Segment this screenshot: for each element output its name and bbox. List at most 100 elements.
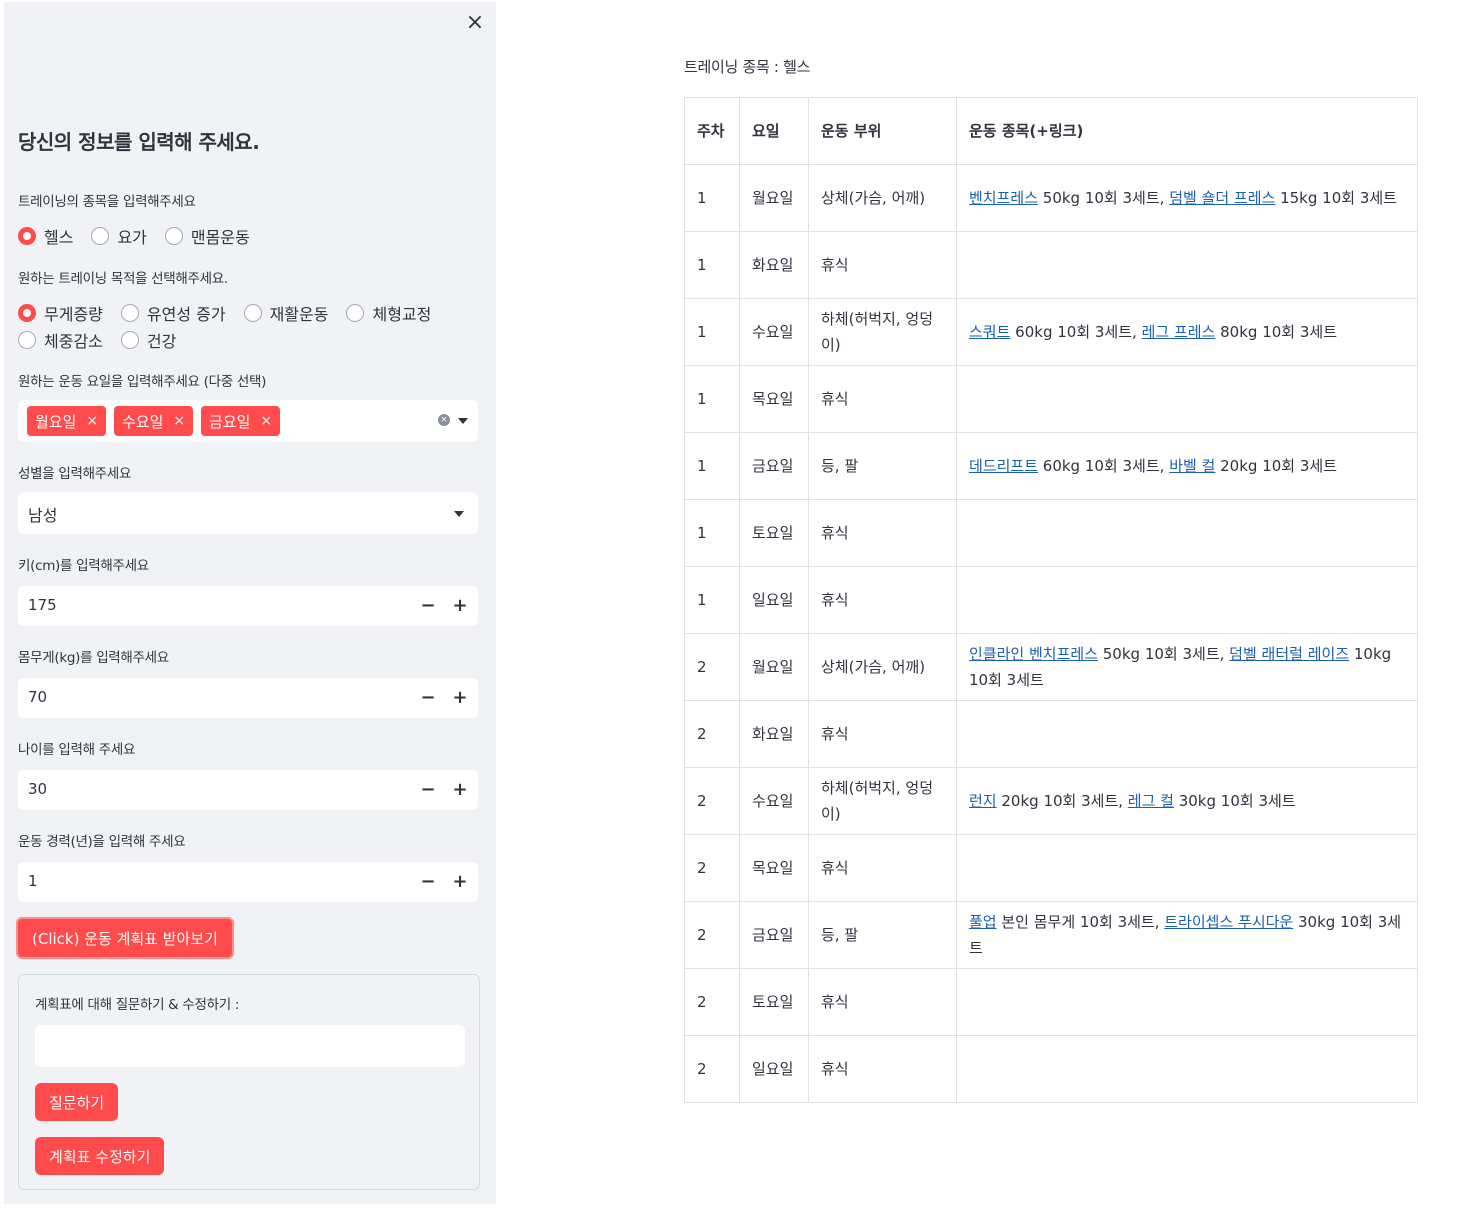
qa-text-input[interactable] [35,1025,465,1067]
weight-stepper[interactable]: 70 − + [18,678,478,718]
cell-body-part: 하체(허벅지, 엉덩이) [808,298,957,366]
exercise-link[interactable]: 풀업 [969,913,997,931]
close-icon[interactable]: × [462,10,488,36]
ask-button[interactable]: 질문하기 [35,1083,119,1121]
cell-week: 1 [684,164,740,232]
cell-day: 목요일 [739,365,809,433]
table-row: 2 일요일 휴식 [684,1035,1418,1103]
cell-exercises: 인클라인 벤치프레스 50kg 10회 3세트, 덤벨 래터럴 레이즈 10kg… [956,633,1418,701]
exercise-link[interactable]: 덤벨 숄더 프레스 [1169,189,1275,207]
table-header-row: 주차 요일 운동 부위 운동 종목(+링크) [684,97,1418,165]
cell-week: 2 [684,633,740,701]
plus-icon[interactable]: + [446,776,474,804]
table-row: 1 금요일 등, 팔 데드리프트 60kg 10회 3세트, 바벨 컬 20kg 10… [684,432,1418,500]
remove-tag-icon[interactable]: × [86,413,98,429]
cell-exercises [956,499,1418,567]
gender-select[interactable]: 남성 [18,492,478,534]
cell-exercises [956,231,1418,299]
radio-goal-flexibility[interactable]: 유연성 증가 [120,301,226,325]
age-label: 나이를 입력해 주세요 [18,742,136,758]
cell-exercises [956,566,1418,634]
cell-day: 금요일 [739,432,809,500]
exercise-detail: 50kg 10회 3세트, [1097,645,1230,663]
plus-icon[interactable]: + [446,592,474,620]
edit-plan-button[interactable]: 계획표 수정하기 [35,1137,165,1175]
radio-goal-rehab[interactable]: 재활운동 [243,301,328,325]
cell-day: 일요일 [739,1035,809,1103]
goal-radio-group-row2: 체중감소 건강 [18,328,176,352]
radio-goal-health[interactable]: 건강 [120,328,176,352]
exercise-detail: 본인 몸무게 10회 3세트, [996,913,1165,931]
cell-body-part: 등, 팔 [808,901,957,969]
cell-week: 1 [684,432,740,500]
radio-dot [120,331,139,349]
exercise-link[interactable]: 데드리프트 [969,457,1038,475]
remove-tag-icon[interactable]: × [173,413,185,429]
minus-icon[interactable]: − [414,776,442,804]
cell-exercises: 데드리프트 60kg 10회 3세트, 바벨 컬 20kg 10회 3세트 [956,432,1418,500]
radio-dot [164,227,183,245]
header-week: 주차 [684,97,740,165]
chevron-down-icon[interactable] [458,418,468,424]
cell-day: 수요일 [739,767,809,835]
cell-week: 2 [684,700,740,768]
exercise-link[interactable]: 스쿼트 [969,323,1010,341]
cell-body-part: 상체(가슴, 어깨) [808,633,957,701]
radio-goal-weight-loss[interactable]: 체중감소 [18,328,103,352]
chevron-down-icon [454,511,464,517]
radio-dot-selected [18,227,36,245]
sidebar-title: 당신의 정보를 입력해 주세요. [18,130,260,154]
remove-tag-icon[interactable]: × [260,413,272,429]
radio-training-yoga[interactable]: 요가 [91,224,147,248]
cell-body-part: 휴식 [808,700,957,768]
clear-all-icon[interactable]: × [438,414,450,426]
gender-label: 성별을 입력해주세요 [18,466,132,482]
cell-day: 금요일 [739,901,809,969]
table-row: 2 금요일 등, 팔 풀업 본인 몸무게 10회 3세트, 트라이셉스 푸시다운 30… [684,901,1418,969]
sidebar: × 당신의 정보를 입력해 주세요. 트레이닝의 종목을 입력해주세요 헬스 요… [4,2,496,1204]
exercise-detail: 30kg 10회 3세트 [1173,792,1296,810]
exercise-link[interactable]: 런지 [969,792,997,810]
age-stepper[interactable]: 30 − + [18,770,478,810]
experience-stepper[interactable]: 1 − + [18,862,478,902]
radio-training-health[interactable]: 헬스 [18,224,73,248]
day-tag-friday: 금요일 × [201,406,281,436]
get-plan-button[interactable]: (Click) 운동 계획표 받아보기 [16,917,234,959]
cell-day: 화요일 [739,231,809,299]
radio-dot [243,304,262,322]
cell-body-part: 휴식 [808,231,957,299]
table-row: 1 월요일 상체(가슴, 어깨) 벤치프레스 50kg 10회 3세트, 덤벨 숄더 … [684,164,1418,232]
day-tag-wednesday: 수요일 × [114,406,194,436]
exercise-link[interactable]: 레그 프레스 [1142,323,1216,341]
plus-icon[interactable]: + [446,684,474,712]
plus-icon[interactable]: + [446,868,474,896]
training-caption: 트레이닝 종목 : 헬스 [684,58,811,76]
height-stepper[interactable]: 175 − + [18,586,478,626]
exercise-link[interactable]: 바벨 컬 [1169,457,1215,475]
exercise-link[interactable]: 덤벨 래터럴 레이즈 [1229,645,1349,663]
cell-week: 2 [684,901,740,969]
exercise-detail: 15kg 10회 3세트 [1275,189,1397,207]
height-value: 175 [28,596,57,614]
table-row: 1 일요일 휴식 [684,566,1418,634]
cell-day: 월요일 [739,633,809,701]
exercise-link[interactable]: 트라이셉스 푸시다운 [1164,913,1293,931]
weight-value: 70 [28,688,48,706]
cell-body-part: 휴식 [808,834,957,902]
exercise-link[interactable]: 인클라인 벤치프레스 [969,645,1098,663]
days-multiselect[interactable]: 월요일 × 수요일 × 금요일 × × [18,400,478,442]
radio-training-bodyweight[interactable]: 맨몸운동 [164,224,250,248]
minus-icon[interactable]: − [414,868,442,896]
radio-goal-weight-gain[interactable]: 무게증량 [18,301,103,325]
experience-label: 운동 경력(년)을 입력해 주세요 [18,834,186,850]
radio-goal-posture[interactable]: 체형교정 [346,301,431,325]
exercise-link[interactable]: 벤치프레스 [969,189,1038,207]
training-type-radio-group: 헬스 요가 맨몸운동 [18,224,250,248]
gender-select-value: 남성 [28,506,58,525]
minus-icon[interactable]: − [414,592,442,620]
table-row: 1 수요일 하체(허벅지, 엉덩이) 스쿼트 60kg 10회 3세트, 레그 프레스… [684,298,1418,366]
cell-week: 1 [684,365,740,433]
cell-week: 2 [684,968,740,1036]
minus-icon[interactable]: − [414,684,442,712]
exercise-link[interactable]: 레그 컬 [1128,792,1174,810]
